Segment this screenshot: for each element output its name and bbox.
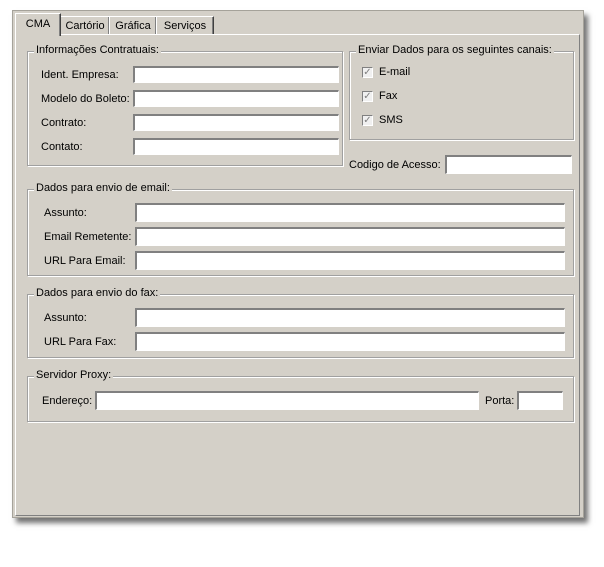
ident-empresa-label: Ident. Empresa:: [41, 69, 119, 81]
endereco-field[interactable]: [95, 391, 479, 410]
group-servidor-proxy: Servidor Proxy: Endereço: Porta:: [27, 369, 574, 422]
group-enviar-dados-canais: Enviar Dados para os seguintes canais: ✓…: [349, 44, 574, 140]
fax-checkbox-label: Fax: [379, 90, 398, 102]
endereco-label: Endereço:: [42, 395, 93, 407]
tab-page-cma: Informações Contratuais: Ident. Empresa:…: [15, 34, 580, 516]
codigo-acesso-label: Codigo de Acesso:: [349, 159, 441, 171]
url-email-label: URL Para Email:: [44, 255, 126, 267]
url-fax-field[interactable]: [135, 332, 565, 351]
tab-cma[interactable]: CMA: [15, 13, 61, 36]
group-informacoes-contratuais: Informações Contratuais: Ident. Empresa:…: [27, 44, 343, 166]
group-legend: Informações Contratuais:: [34, 44, 161, 56]
tab-servicos[interactable]: Serviços: [156, 16, 214, 35]
group-dados-fax: Dados para envio do fax: Assunto: URL Pa…: [27, 287, 574, 358]
modelo-boleto-label: Modelo do Boleto:: [41, 93, 130, 105]
porta-field[interactable]: [517, 391, 563, 410]
group-dados-email: Dados para envio de email: Assunto: Emai…: [27, 182, 574, 276]
group-legend: Enviar Dados para os seguintes canais:: [356, 44, 554, 56]
group-legend: Dados para envio de email:: [34, 182, 172, 194]
fax-checkbox[interactable]: ✓: [362, 91, 373, 102]
tab-cartorio[interactable]: Cartório: [60, 16, 110, 35]
email-assunto-label: Assunto:: [44, 207, 87, 219]
dialog-window: CMA Cartório Gráfica Serviços Informaçõe…: [12, 10, 584, 518]
sms-checkbox-label: SMS: [379, 114, 403, 126]
tab-grafica[interactable]: Gráfica: [109, 16, 157, 35]
email-checkbox[interactable]: ✓: [362, 67, 373, 78]
group-legend: Dados para envio do fax:: [34, 287, 161, 299]
ident-empresa-field[interactable]: [133, 66, 339, 83]
fax-assunto-label: Assunto:: [44, 312, 87, 324]
contato-field[interactable]: [133, 138, 339, 155]
modelo-boleto-field[interactable]: [133, 90, 339, 107]
url-email-field[interactable]: [135, 251, 565, 270]
group-legend: Servidor Proxy:: [34, 369, 114, 381]
email-assunto-field[interactable]: [135, 203, 565, 222]
contato-label: Contato:: [41, 141, 83, 153]
fax-assunto-field[interactable]: [135, 308, 565, 327]
email-remetente-field[interactable]: [135, 227, 565, 246]
email-checkbox-label: E-mail: [379, 66, 411, 78]
email-remetente-label: Email Remetente:: [44, 231, 132, 243]
contrato-label: Contrato:: [41, 117, 87, 129]
porta-label: Porta:: [485, 395, 515, 407]
contrato-field[interactable]: [133, 114, 339, 131]
codigo-acesso-field[interactable]: [445, 155, 572, 174]
sms-checkbox[interactable]: ✓: [362, 115, 373, 126]
url-fax-label: URL Para Fax:: [44, 336, 117, 348]
